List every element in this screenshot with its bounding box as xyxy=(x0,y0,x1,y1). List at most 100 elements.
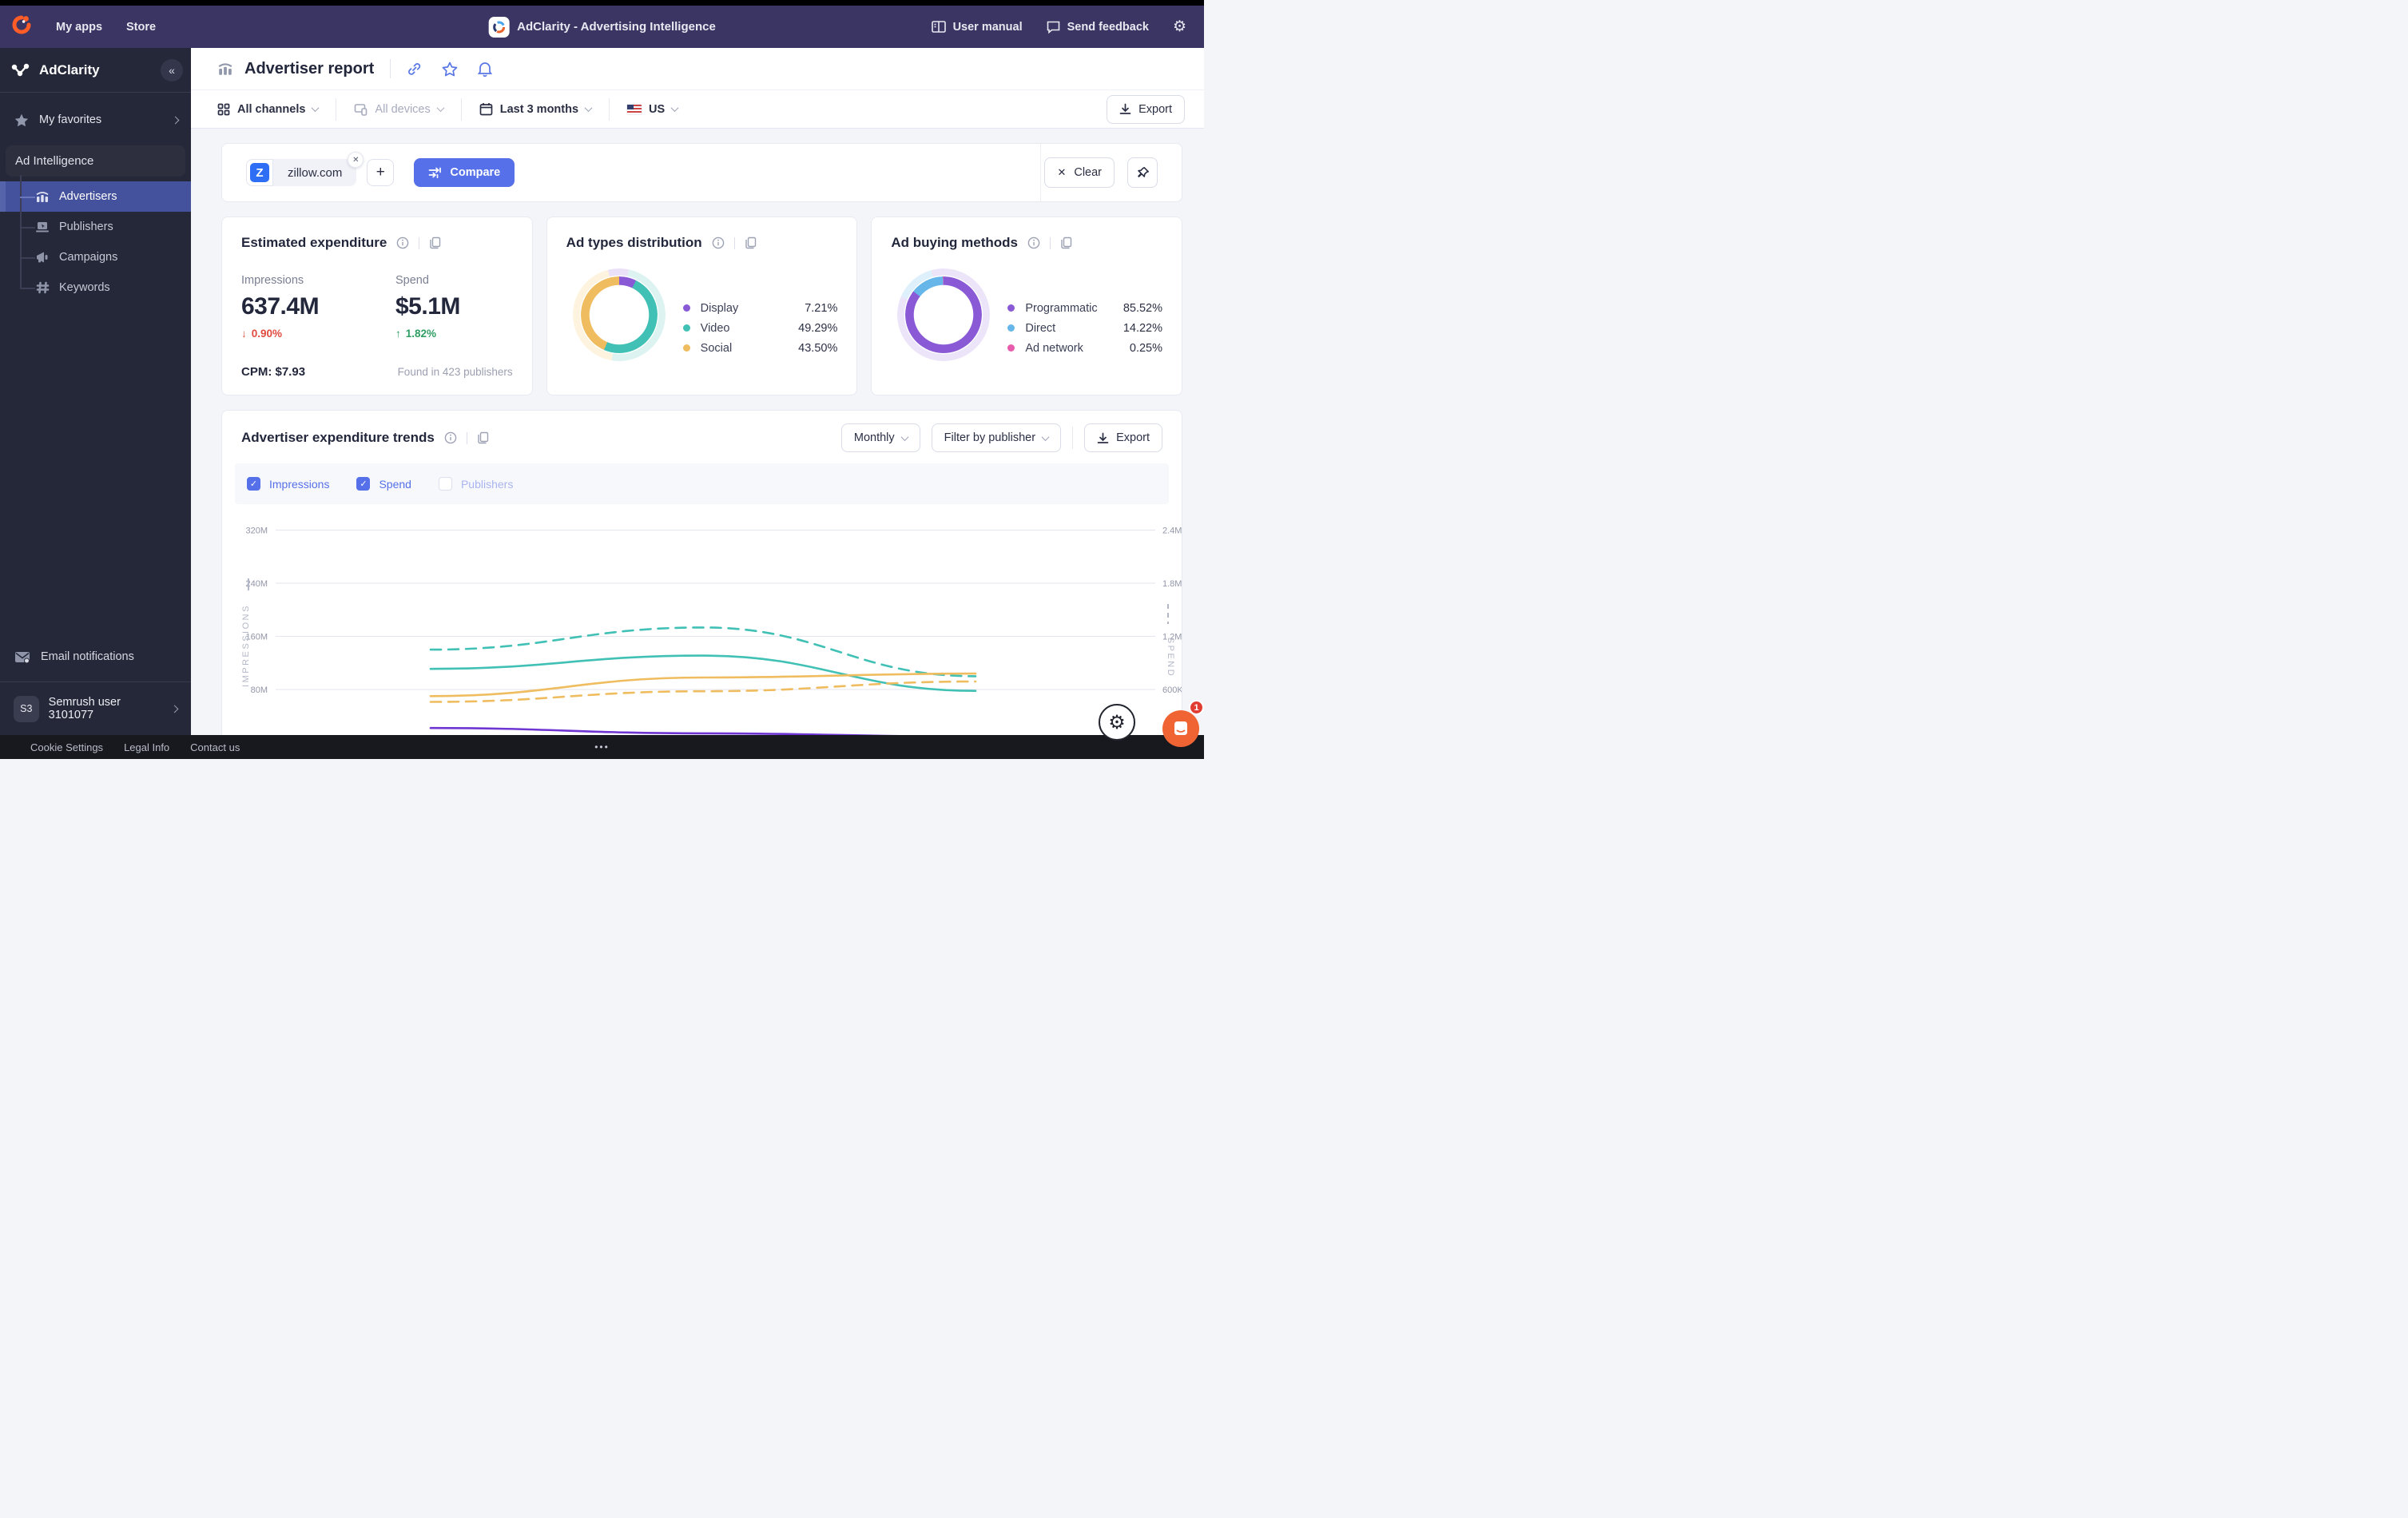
video-dot xyxy=(683,324,690,332)
card-title: Estimated expenditure xyxy=(241,235,387,251)
sidebar-brand: AdClarity « xyxy=(0,48,191,93)
page-header: Advertiser report xyxy=(191,48,1204,89)
spend-checkbox[interactable]: ✓ Spend xyxy=(356,477,411,491)
favorite-star-icon[interactable] xyxy=(442,62,458,77)
chevron-down-icon xyxy=(1042,433,1050,441)
intercom-chat-button[interactable] xyxy=(1162,710,1199,747)
clear-button[interactable]: ✕ Clear xyxy=(1044,157,1115,188)
legal-info-link[interactable]: Legal Info xyxy=(124,741,169,753)
book-icon xyxy=(932,21,946,34)
filter-bar: All channels All devices Last 3 months U… xyxy=(191,89,1204,129)
card-title: Ad types distribution xyxy=(566,235,702,251)
mail-icon xyxy=(14,650,30,664)
sidebar-item-publishers[interactable]: Publishers xyxy=(0,212,191,242)
trends-title: Advertiser expenditure trends xyxy=(241,430,435,446)
sidebar-user-menu[interactable]: S3 Semrush user 3101077 xyxy=(0,682,191,735)
arrow-up-icon: ↑ xyxy=(395,328,401,340)
ad-buying-legend: Programmatic 85.52% Direct 14.22% Ad net… xyxy=(1007,298,1162,358)
legend-row: Social 43.50% xyxy=(683,338,838,358)
ad-network-dot xyxy=(1007,344,1015,352)
report-settings-fab[interactable]: ⚙ xyxy=(1099,704,1135,741)
send-feedback-link[interactable]: Send feedback xyxy=(1047,21,1149,34)
chevron-right-icon xyxy=(171,705,179,713)
topbar-app-title: AdClarity - Advertising Intelligence xyxy=(517,20,716,34)
user-avatar: S3 xyxy=(14,696,39,722)
spend-delta: ↑ 1.82% xyxy=(395,328,460,340)
domain-chip[interactable]: Z zillow.com ✕ xyxy=(246,159,356,186)
devices-filter[interactable]: All devices xyxy=(354,103,443,116)
cookie-settings-link[interactable]: Cookie Settings xyxy=(30,741,103,753)
notification-bell-icon[interactable] xyxy=(478,61,492,77)
settings-gear-icon[interactable]: ⚙ xyxy=(1173,18,1186,36)
info-icon[interactable] xyxy=(712,236,725,249)
granularity-dropdown[interactable]: Monthly xyxy=(841,423,920,452)
country-filter[interactable]: US xyxy=(627,103,677,116)
display-dot xyxy=(683,304,690,312)
compare-button[interactable]: Compare xyxy=(414,158,515,187)
export-button[interactable]: Export xyxy=(1107,95,1185,124)
publishers-checkbox[interactable]: Publishers xyxy=(439,477,513,491)
sidebar-brand-name: AdClarity xyxy=(39,62,100,78)
copy-icon[interactable] xyxy=(477,431,490,444)
calendar-icon xyxy=(479,102,493,116)
sidebar: AdClarity « My favorites Ad Intelligence… xyxy=(0,48,191,735)
feedback-bubble-icon xyxy=(1047,21,1060,34)
info-icon[interactable] xyxy=(396,236,409,249)
adclarity-app-icon xyxy=(488,17,509,38)
impressions-delta: ↓ 0.90% xyxy=(241,328,395,340)
channels-grid-icon xyxy=(217,103,230,116)
chevron-right-icon xyxy=(172,116,180,124)
add-competitor-button[interactable]: + xyxy=(367,159,394,186)
found-publishers: Found in 423 publishers xyxy=(398,366,513,378)
clear-x-icon: ✕ xyxy=(1057,166,1066,179)
spend-value: $5.1M xyxy=(395,293,460,320)
legend-row: Ad network 0.25% xyxy=(1007,338,1162,358)
publishers-icon xyxy=(35,220,50,234)
topbar-store[interactable]: Store xyxy=(126,21,156,34)
chevron-down-icon xyxy=(436,104,444,112)
sidebar-tree: Advertisers Publishers Campaigns Keyword… xyxy=(0,180,191,303)
trend-line-video-spend xyxy=(431,627,976,676)
expenditure-trend-chart[interactable]: 320M 240M 160M 80M 2.4M 1.8M 1.2M 600K I xyxy=(222,510,1182,735)
publisher-filter-dropdown[interactable]: Filter by publisher xyxy=(932,423,1061,452)
download-icon xyxy=(1097,432,1109,444)
date-range-filter[interactable]: Last 3 months xyxy=(479,102,591,116)
download-icon xyxy=(1119,103,1131,115)
right-tick: 1.8M xyxy=(1162,579,1182,589)
sidebar-section-ad-intelligence[interactable]: Ad Intelligence xyxy=(6,145,185,177)
pin-button[interactable] xyxy=(1127,157,1158,188)
chip-close-icon[interactable]: ✕ xyxy=(348,152,364,168)
copy-icon[interactable] xyxy=(1060,236,1073,249)
info-icon[interactable] xyxy=(444,431,457,444)
sidebar-item-keywords[interactable]: Keywords xyxy=(0,272,191,303)
impressions-checkbox[interactable]: ✓ Impressions xyxy=(247,477,329,491)
sidebar-item-email-notifications[interactable]: Email notifications xyxy=(0,638,191,675)
sidebar-item-campaigns[interactable]: Campaigns xyxy=(0,242,191,272)
user-manual-link[interactable]: User manual xyxy=(932,21,1023,34)
chevron-down-icon xyxy=(585,104,593,112)
sidebar-item-advertisers[interactable]: Advertisers xyxy=(0,181,191,212)
direct-dot xyxy=(1007,324,1015,332)
copy-icon[interactable] xyxy=(429,236,442,249)
share-link-icon[interactable] xyxy=(407,62,422,77)
us-flag-icon xyxy=(627,105,642,114)
channels-filter[interactable]: All channels xyxy=(217,103,318,116)
sidebar-collapse-button[interactable]: « xyxy=(161,59,183,81)
footer-more-button[interactable]: ••• xyxy=(594,741,610,753)
info-icon[interactable] xyxy=(1027,236,1040,249)
trend-line-display-impressions xyxy=(431,728,976,735)
sidebar-item-my-favorites[interactable]: My favorites xyxy=(0,102,191,137)
copy-icon[interactable] xyxy=(745,236,757,249)
expenditure-trends-card: Advertiser expenditure trends Monthly Fi… xyxy=(221,410,1182,735)
programmatic-dot xyxy=(1007,304,1015,312)
semrush-logo-icon[interactable] xyxy=(11,14,32,39)
impressions-value: 637.4M xyxy=(241,293,395,320)
contact-us-link[interactable]: Contact us xyxy=(190,741,240,753)
series-toggle-bar: ✓ Impressions ✓ Spend Publishers xyxy=(235,463,1169,504)
trends-export-button[interactable]: Export xyxy=(1084,423,1162,452)
ad-buying-card: Ad buying methods Programmatic 85.5 xyxy=(871,217,1182,395)
page-title: Advertiser report xyxy=(244,60,374,78)
topbar-my-apps[interactable]: My apps xyxy=(56,21,102,34)
left-tick: 80M xyxy=(251,685,268,695)
advertisers-icon xyxy=(35,189,50,204)
